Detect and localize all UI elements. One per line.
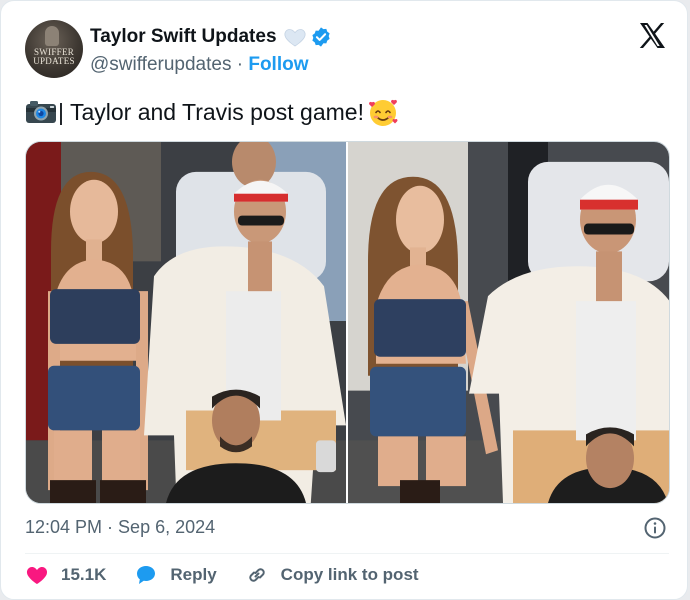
timestamp-separator: · — [102, 517, 119, 537]
white-heart-icon — [283, 29, 306, 47]
photo-left[interactable] — [26, 142, 346, 503]
heart-icon — [26, 567, 48, 584]
avatar-figure — [45, 26, 59, 46]
copy-link-button[interactable]: Copy link to post — [245, 563, 419, 587]
media-grid[interactable] — [25, 141, 670, 504]
handle-separator: · — [236, 54, 244, 75]
camera-emoji-icon — [26, 101, 56, 123]
info-icon[interactable] — [643, 516, 667, 540]
author-name[interactable]: Taylor Swift Updates — [90, 25, 277, 49]
like-count: 15.1K — [61, 565, 107, 584]
author-name-row: Taylor Swift Updates — [90, 25, 332, 49]
reply-button[interactable]: Reply — [134, 563, 217, 587]
photo-right[interactable] — [348, 142, 669, 503]
timestamp[interactable]: 12:04 PM · Sep 6, 2024 — [25, 515, 215, 539]
tweet-body: | Taylor and Travis post game! — [58, 99, 364, 125]
avatar[interactable]: SWIFFER UPDATES — [25, 20, 83, 78]
smiling-face-with-hearts-emoji-icon — [369, 99, 398, 126]
link-icon — [249, 568, 265, 582]
action-bar: 15.1K Reply Copy link to post — [25, 563, 447, 587]
copy-link-label: Copy link to post — [280, 565, 419, 584]
verified-badge-icon — [311, 27, 330, 47]
photo-right-image — [348, 142, 669, 503]
like-button[interactable]: 15.1K — [25, 563, 106, 587]
timestamp-time[interactable]: 12:04 PM — [25, 517, 102, 537]
divider — [25, 553, 669, 554]
reply-label: Reply — [170, 565, 217, 584]
tweet-card: SWIFFER UPDATES Taylor Swift Updates @sw… — [0, 0, 688, 600]
timestamp-date[interactable]: Sep 6, 2024 — [118, 517, 215, 537]
reply-bubble-icon — [137, 566, 156, 584]
author-handle-row: @swifferupdates · Follow — [90, 53, 309, 77]
tweet-text: | Taylor and Travis post game! — [25, 96, 399, 128]
avatar-text: SWIFFER UPDATES — [33, 47, 75, 66]
follow-button[interactable]: Follow — [248, 54, 308, 75]
photo-left-image — [26, 142, 346, 503]
author-handle[interactable]: @swifferupdates — [90, 54, 231, 75]
x-logo-icon[interactable] — [638, 22, 666, 49]
